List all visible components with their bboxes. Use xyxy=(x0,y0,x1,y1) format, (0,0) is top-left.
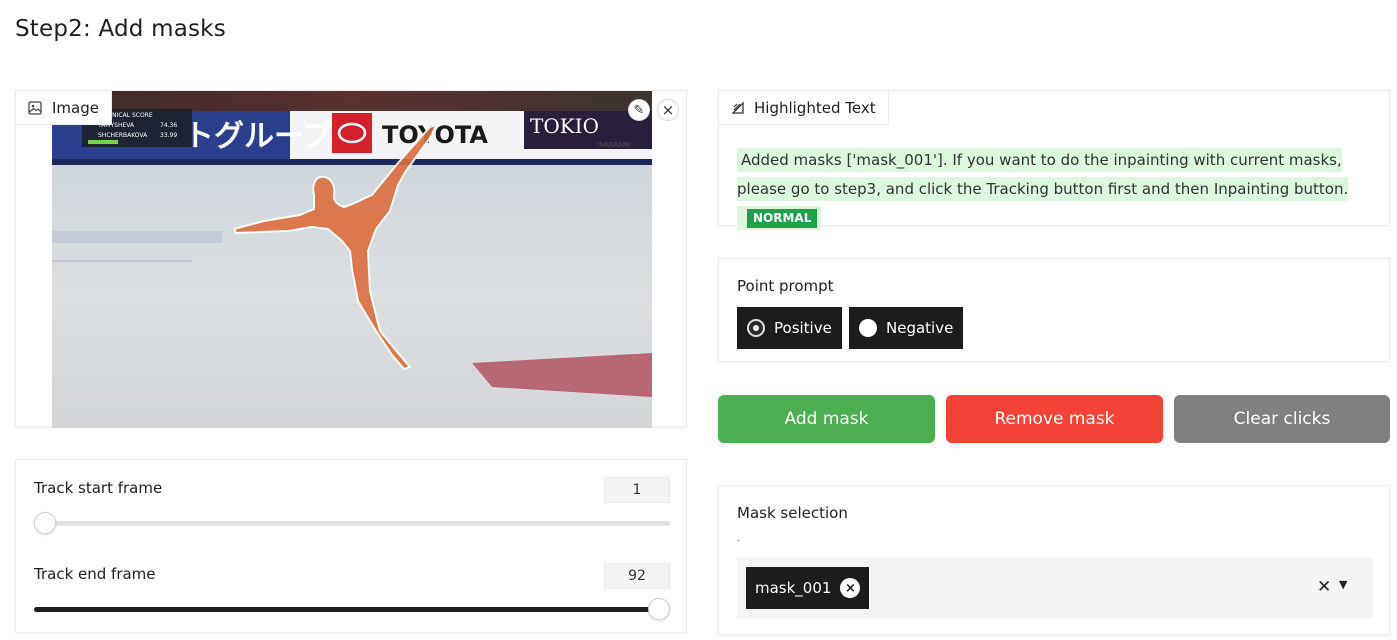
highlighted-text-panel: Highlighted Text Added masks ['mask_001'… xyxy=(718,90,1390,230)
pencil-icon[interactable]: ✎ xyxy=(628,99,650,121)
scoreboard-name-2: SHCHERBAKOVA xyxy=(98,132,148,139)
track-end-fill xyxy=(34,607,659,612)
mask-selection-info: . xyxy=(737,534,740,544)
radio-checked-icon xyxy=(747,319,765,337)
banner-text-4: INKARAMI xyxy=(597,141,631,149)
point-prompt-label: Point prompt xyxy=(737,277,834,295)
page-title: Step2: Add masks xyxy=(15,16,226,42)
highlighted-text-label-text: Highlighted Text xyxy=(754,98,876,117)
banner-text-1: トグループ xyxy=(184,119,333,154)
highlighted-text-label: Highlighted Text xyxy=(719,91,889,125)
image-icon xyxy=(28,100,42,115)
track-end-value-input[interactable]: 92 xyxy=(604,563,670,589)
remove-chip-icon[interactable]: × xyxy=(840,578,861,598)
clear-clicks-button[interactable]: Clear clicks xyxy=(1174,395,1390,443)
track-end-thumb[interactable] xyxy=(648,598,670,620)
mask-selection-label: Mask selection xyxy=(737,504,848,522)
status-message: Added masks ['mask_001']. If you want to… xyxy=(737,146,1377,233)
video-frame-image[interactable]: トグループ TOYOTA TOKIO INKARAMI TECHNICAL SC… xyxy=(52,91,652,428)
scoreboard-score-2: 33.99 xyxy=(160,132,177,139)
track-end-slider[interactable] xyxy=(34,598,670,620)
banner-text-3: TOKIO xyxy=(530,114,599,138)
highlight-icon xyxy=(731,100,744,114)
radio-unchecked-icon xyxy=(859,319,877,337)
track-start-thumb[interactable] xyxy=(34,512,56,534)
track-end-label: Track end frame xyxy=(34,565,156,583)
point-prompt-panel: Point prompt Positive Negative xyxy=(718,258,1390,362)
status-message-text: Added masks ['mask_001']. If you want to… xyxy=(737,151,1349,198)
mask-chip-label: mask_001 xyxy=(755,579,832,597)
status-badge: NORMAL xyxy=(747,209,818,228)
track-frame-panel: Track start frame 1 Track end frame 92 xyxy=(15,459,687,633)
close-icon[interactable]: ✕ xyxy=(1317,577,1331,597)
negative-radio[interactable]: Negative xyxy=(849,307,964,349)
caret-down-icon[interactable]: ▼ xyxy=(1339,578,1347,591)
track-start-slider[interactable] xyxy=(34,512,670,534)
negative-radio-label: Negative xyxy=(886,319,954,337)
mask-selection-dropdown[interactable]: mask_001 × ✕ ▼ xyxy=(737,558,1373,618)
image-label-text: Image xyxy=(52,98,99,117)
image-label: Image xyxy=(16,91,112,125)
positive-radio[interactable]: Positive xyxy=(737,307,842,349)
scoreboard-score-1: 74.36 xyxy=(160,122,177,129)
mask-selection-panel: Mask selection . mask_001 × ✕ ▼ xyxy=(718,485,1390,635)
mask-chip: mask_001 × xyxy=(746,567,870,609)
track-start-value-input[interactable]: 1 xyxy=(604,477,670,503)
add-mask-button[interactable]: Add mask xyxy=(718,395,935,443)
close-icon[interactable]: × xyxy=(657,99,679,121)
positive-radio-label: Positive xyxy=(774,319,832,337)
image-panel: Image トグループ TOYOTA TOKIO INKARAMI TECHNI… xyxy=(15,90,687,428)
track-start-label: Track start frame xyxy=(34,479,163,497)
remove-mask-button[interactable]: Remove mask xyxy=(946,395,1163,443)
